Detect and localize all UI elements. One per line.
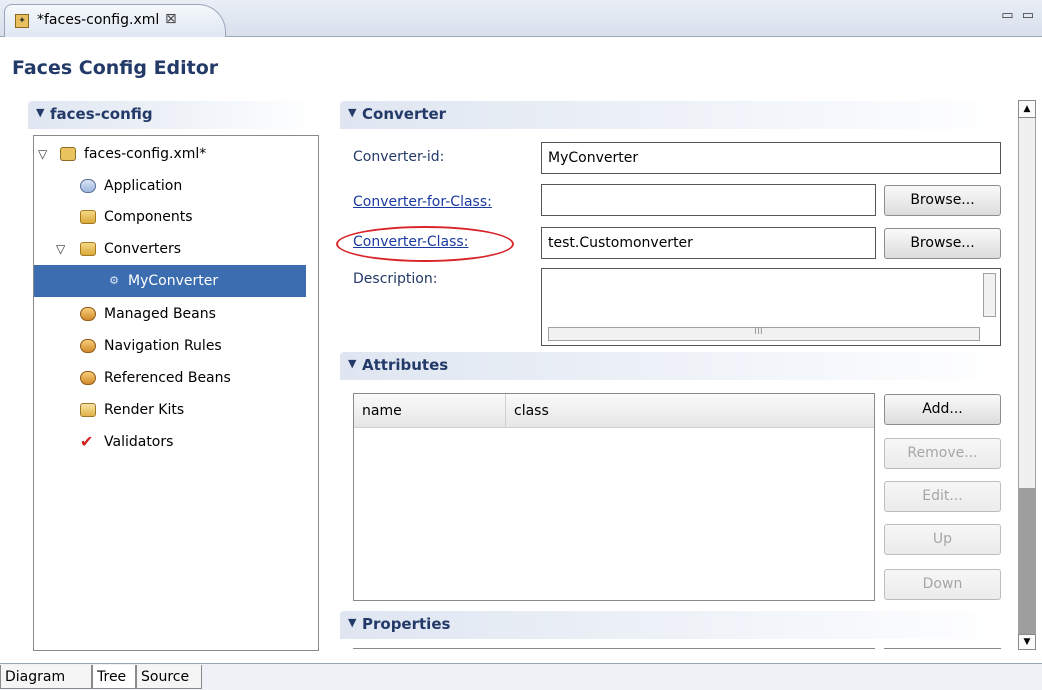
tree-item-label: Converters <box>104 241 182 257</box>
properties-section-title: Properties <box>362 615 451 633</box>
converter-class-field[interactable]: test.Customonverter <box>541 227 876 259</box>
converter-section-title: Converter <box>362 105 447 123</box>
column-header-class[interactable]: class <box>506 394 874 428</box>
collapse-icon[interactable]: ▼ <box>348 357 356 370</box>
xml-file-icon: ✦ <box>15 14 29 28</box>
application-icon <box>80 179 96 193</box>
scrollbar-thumb[interactable] <box>1019 488 1035 636</box>
browse-converter-for-class-button[interactable]: Browse... <box>884 185 1001 216</box>
remove-attribute-button[interactable]: Remove... <box>884 438 1001 469</box>
attributes-table[interactable]: name class <box>353 393 875 601</box>
navigation-icon <box>80 339 96 353</box>
collapse-icon[interactable]: ▼ <box>36 106 44 119</box>
description-label: Description: <box>353 271 438 287</box>
highlight-ellipse <box>336 226 514 262</box>
converter-id-field[interactable]: MyConverter <box>541 142 1001 174</box>
tree-item-label: Render Kits <box>104 402 185 418</box>
tree-item-label: Referenced Beans <box>104 370 231 386</box>
tab-source[interactable]: Source <box>136 665 202 689</box>
minimize-maximize-icon[interactable]: ▭ ▭ <box>1001 8 1036 23</box>
editor-tab-label: *faces-config.xml <box>37 12 160 28</box>
converter-id-label: Converter-id: <box>353 149 445 165</box>
move-up-button[interactable]: Up <box>884 524 1001 555</box>
move-down-button[interactable]: Down <box>884 569 1001 600</box>
checkmark-icon: ✔ <box>80 432 94 451</box>
expand-root-icon[interactable]: ▽ <box>38 140 47 168</box>
converter-for-class-field[interactable] <box>541 184 876 216</box>
beans-icon <box>80 307 96 321</box>
expand-converters-icon[interactable]: ▽ <box>56 235 65 263</box>
tree-item-label: Components <box>104 209 193 225</box>
edit-attribute-button[interactable]: Edit... <box>884 481 1001 512</box>
properties-button-edge <box>884 648 1001 651</box>
collapse-icon[interactable]: ▼ <box>348 616 356 629</box>
xml-file-icon <box>60 147 76 161</box>
render-kit-icon <box>80 403 96 417</box>
description-vertical-scrollbar[interactable] <box>983 273 996 317</box>
collapse-icon[interactable]: ▼ <box>348 106 356 119</box>
scrollbar-grip-icon: III <box>754 326 763 337</box>
tree-root-label: faces-config.xml* <box>84 146 207 162</box>
beans-icon <box>80 371 96 385</box>
column-header-name[interactable]: name <box>354 394 506 428</box>
attributes-section-title: Attributes <box>362 356 449 374</box>
scroll-up-icon[interactable]: ▲ <box>1018 100 1036 118</box>
tab-tree[interactable]: Tree <box>92 665 136 689</box>
converter-icon: ⚙ <box>109 274 119 287</box>
page-title: Faces Config Editor <box>12 57 219 79</box>
tree-item-label: Validators <box>104 434 174 450</box>
converter-for-class-link[interactable]: Converter-for-Class: <box>353 194 492 210</box>
folder-icon <box>80 210 96 224</box>
converters-folder-icon <box>80 242 96 256</box>
attributes-section-header[interactable]: ▼ Attributes <box>340 352 1014 380</box>
editor-tab[interactable]: ✦ *faces-config.xml ⊠ <box>4 4 226 37</box>
tab-diagram[interactable]: Diagram <box>0 665 92 689</box>
properties-table-edge <box>353 648 875 651</box>
tree-item-label: Application <box>104 178 183 194</box>
faces-config-section-header[interactable]: ▼ faces-config <box>28 101 316 129</box>
properties-section-header[interactable]: ▼ Properties <box>340 611 1014 639</box>
add-attribute-button[interactable]: Add... <box>884 394 1001 425</box>
tree-item-label: Navigation Rules <box>104 338 222 354</box>
scroll-down-icon[interactable]: ▼ <box>1018 634 1036 650</box>
faces-config-section-title: faces-config <box>50 105 153 123</box>
tree-item-label: Managed Beans <box>104 306 216 322</box>
browse-converter-class-button[interactable]: Browse... <box>884 228 1001 259</box>
tree-item-label: MyConverter <box>128 273 219 289</box>
description-textarea[interactable]: III <box>541 268 1001 346</box>
converter-section-header[interactable]: ▼ Converter <box>340 101 1014 129</box>
description-horizontal-scrollbar[interactable]: III <box>548 326 980 341</box>
close-tab-icon[interactable]: ⊠ <box>165 11 177 27</box>
